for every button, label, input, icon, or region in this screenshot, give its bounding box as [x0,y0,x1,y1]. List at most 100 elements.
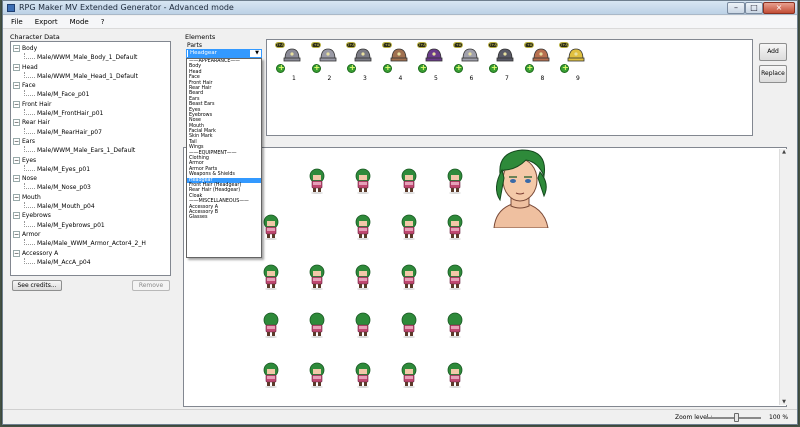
headgear-part[interactable]: T+A2 [310,42,341,87]
parts-selected-value: Headgear [188,50,250,57]
menu-export[interactable]: Export [29,16,64,26]
replace-button[interactable]: Replace [759,65,787,83]
helmet-icon [461,48,478,62]
collapse-icon[interactable]: − [13,63,20,71]
part-number: 1 [292,75,296,82]
headgear-part[interactable]: T+A6 [452,42,483,87]
collapse-icon[interactable]: − [13,45,20,52]
tree-node[interactable]: − Head [13,63,170,72]
tree-leaf[interactable]: Male/M_Eyebrows_p01 [13,220,170,230]
menu-mode[interactable]: Mode [64,16,95,26]
add-part-icon[interactable] [382,63,392,73]
tree-node-label: Accessory A [22,249,59,257]
tree-node[interactable]: − Rear Hair [13,118,170,127]
elements-label: Elements [185,33,216,41]
add-part-icon[interactable] [347,63,356,73]
status-bar: Zoom level : 100 % [3,409,797,424]
dropdown-option[interactable]: Glasses [187,215,261,220]
part-number: 7 [505,75,509,82]
character-sprite [355,264,371,290]
collapse-icon[interactable]: − [13,137,20,145]
tree-leaf[interactable]: Male/WWM_Male_Ears_1_Default [13,146,170,155]
tree-leaf[interactable]: Male/WWM_Male_Head_1_Default [13,71,170,81]
add-button[interactable]: Add [759,43,787,61]
character-sprite [447,168,463,194]
character-sprite [263,312,279,338]
collapse-icon[interactable]: − [13,175,20,183]
part-number: 8 [540,75,545,82]
headgear-part[interactable]: T+A9 [559,42,589,87]
tree-leaf[interactable]: Male/M_Eyes_p01 [13,164,170,174]
headgear-part[interactable]: T+A4 [381,42,412,87]
see-credits-button[interactable]: See credits... [12,280,62,291]
tree-node-label: Eyebrows [22,212,51,220]
tree-node[interactable]: − Nose [13,174,170,183]
tree-node-label: Rear Hair [22,119,50,127]
character-sprite [309,264,325,290]
add-part-icon[interactable] [453,63,463,73]
part-number: 3 [363,75,367,82]
title-bar[interactable]: RPG Maker MV Extended Generator - Advanc… [3,1,797,15]
minimize-button[interactable]: – [727,2,745,14]
collapse-icon[interactable]: − [13,119,20,127]
tree-leaf[interactable]: Male/M_AccA_p04 [13,257,170,267]
tree-node[interactable]: − Front Hair [13,100,170,109]
character-sprite [401,362,417,388]
collapse-icon[interactable]: − [13,230,20,238]
tree-node[interactable]: − Ears [13,137,170,146]
headgear-part[interactable]: T+A5 [417,42,447,87]
add-part-icon[interactable] [276,63,285,73]
zoom-value: 100 % [769,414,789,421]
add-part-icon[interactable] [311,63,321,73]
part-number: 6 [469,75,474,82]
add-part-icon[interactable] [418,63,427,73]
tree-node[interactable]: − Accessory A [13,249,170,258]
tree-leaf[interactable]: Male/M_Nose_p03 [13,183,170,192]
tree-leaf[interactable]: Male/M_RearHair_p07 [13,127,170,137]
collapse-icon[interactable]: − [13,82,20,90]
collapse-icon[interactable]: − [13,156,20,164]
app-icon [7,4,15,12]
chevron-down-icon[interactable]: ▼ [255,50,259,57]
add-part-icon[interactable] [524,63,534,73]
headgear-part[interactable]: T+A7 [488,42,518,87]
tree-node[interactable]: − Eyebrows [13,211,170,220]
remove-button[interactable]: Remove [132,280,170,291]
headgear-part[interactable]: T+A8 [523,42,554,87]
headgear-part[interactable]: T+A1 [275,42,305,87]
tree-node[interactable]: − Mouth [13,193,170,202]
zoom-slider-thumb[interactable] [733,413,739,422]
character-sprite [401,214,417,240]
tree-node[interactable]: − Face [13,81,170,90]
menu-file[interactable]: File [3,16,29,26]
tree-node[interactable]: − Body [13,44,170,53]
character-sprite [263,362,279,388]
scroll-up-icon[interactable]: ▲ [781,149,787,155]
add-part-icon[interactable] [560,63,569,73]
headgear-part[interactable]: T+A3 [346,42,376,87]
tree-leaf[interactable]: Male/M_FrontHair_p01 [13,109,170,118]
scroll-down-icon[interactable]: ▼ [781,399,787,405]
collapse-icon[interactable]: − [13,193,20,201]
tree-leaf[interactable]: Male/M_Mouth_p04 [13,202,170,211]
tree-leaf[interactable]: Male/WWM_Male_Body_1_Default [13,53,170,62]
collapse-icon[interactable]: − [13,100,20,108]
tree-node-label: Ears [22,137,36,145]
collapse-icon[interactable]: − [13,212,20,220]
character-sprite [447,264,463,290]
tree-node[interactable]: − Armor [13,230,170,239]
close-button[interactable]: × [763,2,795,14]
parts-dropdown-list[interactable]: ——APPEARANCE—— Body Head Face Front Hair Rear… [186,58,262,258]
menu-help[interactable]: ? [95,16,111,26]
character-tree[interactable]: − Body Male/WWM_Male_Body_1_Default − Head Ma… [10,41,171,276]
tree-node[interactable]: − Eyes [13,156,170,165]
tree-node-label: Nose [22,175,37,183]
tree-leaf[interactable]: Male/Male_WWM_Armor_Actor4_2_H [13,239,170,248]
parts-select[interactable]: Headgear ▼ [186,49,262,58]
collapse-icon[interactable]: − [13,249,20,257]
maximize-button[interactable]: □ [745,2,763,14]
add-part-icon[interactable] [489,63,498,73]
helmet-icon [496,48,514,62]
tree-leaf[interactable]: Male/M_Face_p01 [13,90,170,99]
preview-scrollbar[interactable]: ▲ ▼ [779,149,787,405]
